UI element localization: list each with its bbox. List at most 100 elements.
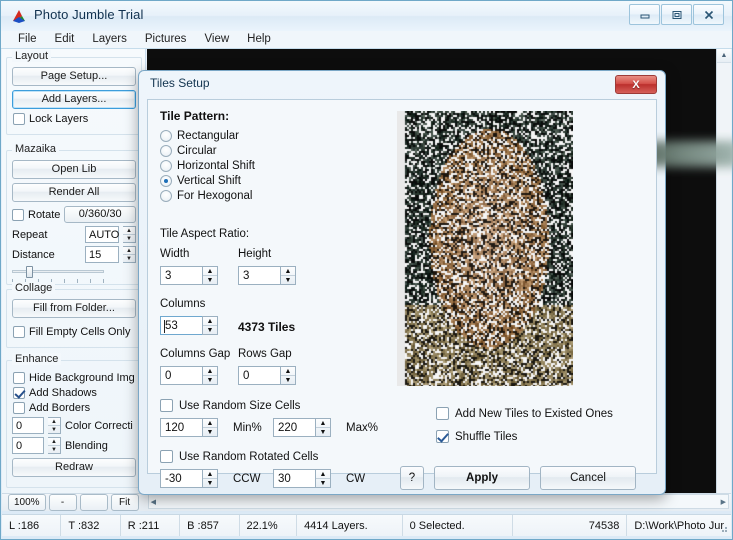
height-input[interactable]: 3 [238, 266, 280, 285]
rows-gap-spinner[interactable]: 0 ▲ ▼ [238, 366, 296, 385]
blending-label: Blending [65, 440, 108, 452]
add-borders-row[interactable]: Add Borders [13, 402, 136, 414]
width-spinner[interactable]: 3 ▲ ▼ [160, 266, 218, 285]
repeat-stepper[interactable]: ▲ ▼ [123, 226, 136, 243]
height-stepper[interactable]: ▲ ▼ [280, 266, 296, 285]
radio-for-hexogonal-indicator[interactable] [160, 190, 172, 202]
max-percent-input[interactable]: 220 [273, 418, 315, 437]
menu-item-layers[interactable]: Layers [83, 32, 136, 47]
group-collage: Collage Fill from Folder... Fill Empty C… [6, 289, 142, 348]
radio-for-hexogonal[interactable]: For Hexogonal [160, 190, 255, 202]
menu-item-pictures[interactable]: Pictures [136, 32, 196, 47]
add-new-tiles-row[interactable]: Add New Tiles to Existed Ones [436, 407, 613, 420]
min-percent-spinner[interactable]: 120 ▲ ▼ [160, 418, 218, 437]
ccw-stepper[interactable]: ▲ ▼ [202, 469, 218, 488]
width-stepper[interactable]: ▲ ▼ [202, 266, 218, 285]
distance-slider-thumb[interactable] [26, 266, 33, 278]
scroll-up-icon[interactable]: ▲ [717, 49, 731, 63]
canvas-horizontal-scrollbar[interactable]: ◀ ▶ [148, 494, 729, 509]
radio-vertical-shift-indicator[interactable] [160, 175, 172, 187]
radio-vertical-shift[interactable]: Vertical Shift [160, 175, 255, 187]
cw-input[interactable]: 30 [273, 469, 315, 488]
redraw-button[interactable]: Redraw [12, 458, 136, 477]
distance-slider[interactable] [12, 266, 104, 278]
columns-stepper[interactable]: ▲ ▼ [202, 316, 218, 335]
radio-rectangular-indicator[interactable] [160, 130, 172, 142]
cancel-button[interactable]: Cancel [540, 466, 636, 490]
lock-layers-row[interactable]: Lock Layers [13, 113, 136, 125]
render-all-button[interactable]: Render All [12, 183, 136, 202]
shuffle-tiles-checkbox[interactable] [436, 430, 449, 443]
radio-circular[interactable]: Circular [160, 145, 255, 157]
canvas-vertical-scrollbar[interactable]: ▲ [716, 49, 731, 499]
distance-stepper[interactable]: ▲ ▼ [123, 246, 136, 263]
add-new-tiles-label: Add New Tiles to Existed Ones [455, 408, 613, 420]
random-size-row[interactable]: Use Random Size Cells [160, 399, 300, 412]
blending-input[interactable]: 0 [12, 437, 44, 454]
ccw-spinner[interactable]: -30 ▲ ▼ [160, 469, 218, 488]
columns-input[interactable]: 53 [160, 316, 202, 335]
fill-empty-cells-checkbox[interactable] [13, 326, 25, 338]
rotate-range-button[interactable]: 0/360/30 [64, 206, 136, 223]
add-borders-checkbox[interactable] [13, 402, 25, 414]
menu-item-file[interactable]: File [9, 32, 46, 47]
add-shadows-row[interactable]: Add Shadows [13, 387, 136, 399]
radio-rectangular[interactable]: Rectangular [160, 130, 255, 142]
rotate-checkbox[interactable] [12, 209, 24, 221]
min-percent-stepper[interactable]: ▲ ▼ [202, 418, 218, 437]
columns-gap-spinner[interactable]: 0 ▲ ▼ [160, 366, 218, 385]
cw-stepper[interactable]: ▲ ▼ [315, 469, 331, 488]
columns-gap-input[interactable]: 0 [160, 366, 202, 385]
height-spinner[interactable]: 3 ▲ ▼ [238, 266, 296, 285]
color-correction-input[interactable]: 0 [12, 417, 44, 434]
dialog-close-button[interactable]: X [615, 75, 657, 94]
menu-item-view[interactable]: View [195, 32, 238, 47]
restore-button[interactable] [661, 4, 692, 25]
hide-background-checkbox[interactable] [13, 372, 25, 384]
menu-item-edit[interactable]: Edit [46, 32, 84, 47]
cw-spinner[interactable]: 30 ▲ ▼ [273, 469, 331, 488]
repeat-input[interactable]: AUTO [85, 226, 119, 243]
help-button[interactable]: ? [400, 466, 424, 490]
color-correction-stepper[interactable]: ▲ ▼ [48, 417, 61, 434]
width-input[interactable]: 3 [160, 266, 202, 285]
random-rotate-row[interactable]: Use Random Rotated Cells [160, 450, 318, 463]
max-percent-stepper[interactable]: ▲ ▼ [315, 418, 331, 437]
random-size-checkbox[interactable] [160, 399, 173, 412]
radio-horizontal-shift-indicator[interactable] [160, 160, 172, 172]
ccw-input[interactable]: -30 [160, 469, 202, 488]
fill-empty-cells-row[interactable]: Fill Empty Cells Only [13, 326, 136, 338]
radio-circular-indicator[interactable] [160, 145, 172, 157]
resize-grip-icon[interactable] [717, 522, 729, 534]
columns-spinner[interactable]: 53 ▲ ▼ [160, 316, 218, 335]
menu-item-help[interactable]: Help [238, 32, 280, 47]
add-layers-button[interactable]: Add Layers... [12, 90, 136, 109]
rows-gap-input[interactable]: 0 [238, 366, 280, 385]
close-button[interactable] [693, 4, 724, 25]
columns-gap-stepper[interactable]: ▲ ▼ [202, 366, 218, 385]
zoom-100-button[interactable]: 100% [8, 494, 46, 511]
fill-from-folder-button[interactable]: Fill from Folder... [12, 299, 136, 318]
min-percent-input[interactable]: 120 [160, 418, 202, 437]
zoom-in-button[interactable] [80, 494, 108, 511]
max-percent-spinner[interactable]: 220 ▲ ▼ [273, 418, 331, 437]
radio-horizontal-shift[interactable]: Horizontal Shift [160, 160, 255, 172]
add-shadows-checkbox[interactable] [13, 387, 25, 399]
scroll-right-icon[interactable]: ▶ [721, 498, 726, 506]
random-rotate-checkbox[interactable] [160, 450, 173, 463]
open-lib-button[interactable]: Open Lib [12, 160, 136, 179]
zoom-fit-button[interactable]: Fit [111, 494, 139, 511]
rows-gap-stepper[interactable]: ▲ ▼ [280, 366, 296, 385]
group-mazaika: Mazaika Open Lib Render All Rotate 0/360… [6, 150, 142, 285]
page-setup-button[interactable]: Page Setup... [12, 67, 136, 86]
apply-button[interactable]: Apply [434, 466, 530, 490]
distance-input[interactable]: 15 [85, 246, 119, 263]
hide-background-row[interactable]: Hide Background Img [13, 372, 136, 384]
minimize-button[interactable] [629, 4, 660, 25]
lock-layers-checkbox[interactable] [13, 113, 25, 125]
shuffle-tiles-row[interactable]: Shuffle Tiles [436, 430, 517, 443]
blending-stepper[interactable]: ▲ ▼ [48, 437, 61, 454]
zoom-out-button[interactable]: - [49, 494, 77, 511]
scroll-left-icon[interactable]: ◀ [151, 498, 156, 506]
add-new-tiles-checkbox[interactable] [436, 407, 449, 420]
